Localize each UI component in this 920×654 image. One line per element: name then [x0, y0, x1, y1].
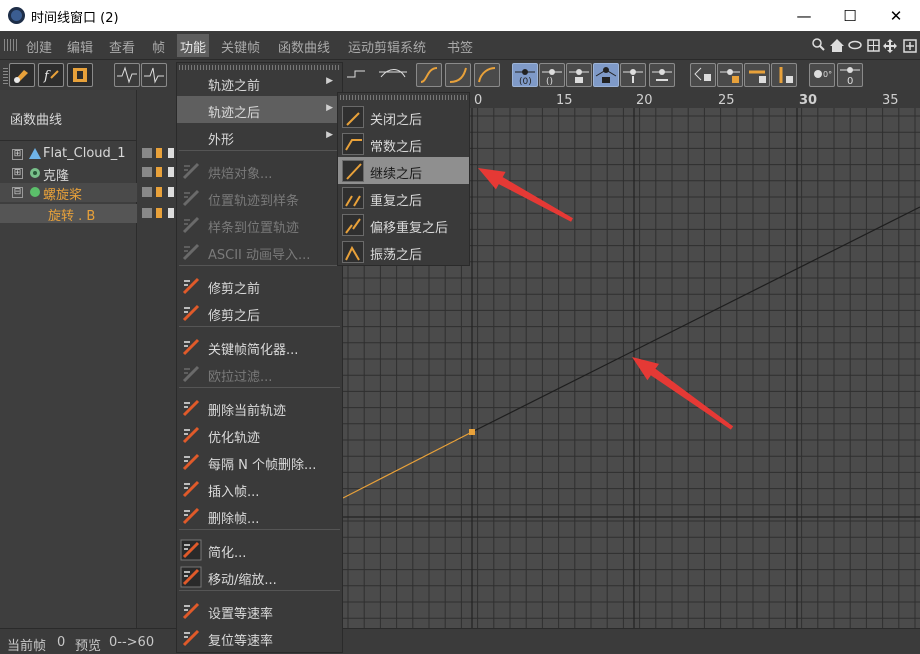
annotation-arrow-submenu: [478, 168, 573, 222]
annotation-layer: [478, 168, 734, 430]
annotation-arrow-curve: [632, 357, 734, 430]
